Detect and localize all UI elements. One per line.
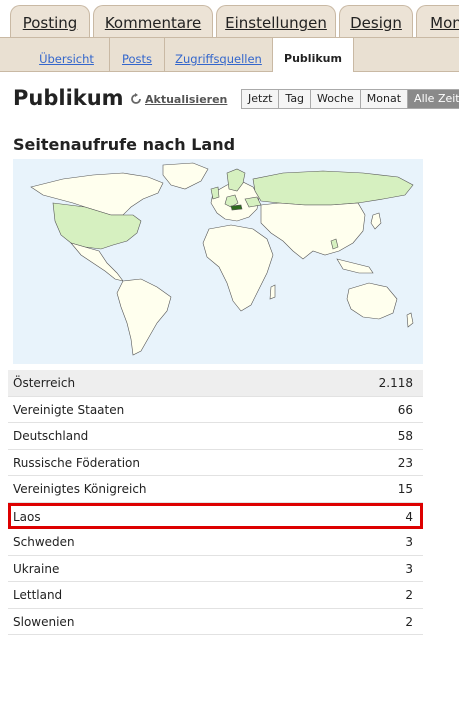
map-land-greenland (162, 162, 209, 190)
map-land-australia (346, 282, 398, 320)
tab-kommentare[interactable]: Kommentare (93, 5, 213, 37)
map-land-asia (260, 202, 366, 260)
map-land-madagascar (269, 284, 276, 300)
tab-monetize[interactable]: Mon (416, 5, 459, 37)
world-map[interactable] (13, 159, 423, 364)
subnav-zugriffsquellen[interactable]: Zugriffsquellen (165, 38, 272, 71)
map-land-africa (202, 224, 274, 312)
refresh-link[interactable]: Aktualisieren (130, 93, 227, 106)
table-row: Ukraine 3 (8, 556, 423, 582)
map-land-russia (252, 170, 414, 206)
tab-posting[interactable]: Posting (10, 5, 90, 37)
tab-design[interactable]: Design (339, 5, 413, 37)
table-row-highlighted: Laos 4 (8, 502, 423, 529)
range-all-time-button[interactable]: Alle Zeiten (408, 89, 459, 109)
table-row: Vereinigte Staaten 66 (8, 397, 423, 423)
range-week-button[interactable]: Woche (311, 89, 361, 109)
map-land-se-asia (336, 258, 374, 274)
table-row: Österreich 2.118 (8, 370, 423, 397)
subnav-publikum[interactable]: Publikum (272, 38, 354, 72)
table-row: Lettland 2 (8, 582, 423, 609)
map-land-austria (230, 204, 243, 211)
table-row: Russische Föderation 23 (8, 450, 423, 476)
range-day-button[interactable]: Tag (279, 89, 312, 109)
section-title: Seitenaufrufe nach Land (13, 135, 236, 154)
subnav-bar: Übersicht Posts Zugriffsquellen Publikum (0, 38, 459, 72)
refresh-label: Aktualisieren (145, 93, 228, 106)
country-table: Österreich 2.118 Vereinigte Staaten 66 Deu… (8, 370, 423, 635)
table-row: Vereinigtes Königreich 15 (8, 476, 423, 503)
range-now-button[interactable]: Jetzt (241, 89, 280, 109)
table-row: Slowenien 2 (8, 609, 423, 635)
map-land-new-zealand (406, 312, 414, 328)
map-land-north-america (30, 172, 164, 216)
map-land-japan (370, 212, 382, 230)
range-month-button[interactable]: Monat (360, 89, 409, 109)
table-row: Deutschland 58 (8, 423, 423, 450)
tab-einstellungen[interactable]: Einstellungen (216, 5, 336, 37)
main-tab-bar: Posting Kommentare Einstellungen Design … (0, 0, 459, 38)
refresh-icon (131, 93, 141, 104)
map-land-south-america (116, 278, 172, 356)
world-map-graphic (30, 162, 414, 356)
subnav-uebersicht[interactable]: Übersicht (24, 38, 110, 71)
time-range-selector: Jetzt Tag Woche Monat Alle Zeiten (241, 89, 459, 109)
page-title: Publikum (13, 86, 124, 110)
subnav-posts[interactable]: Posts (110, 38, 165, 71)
table-row: Schweden 3 (8, 529, 423, 556)
